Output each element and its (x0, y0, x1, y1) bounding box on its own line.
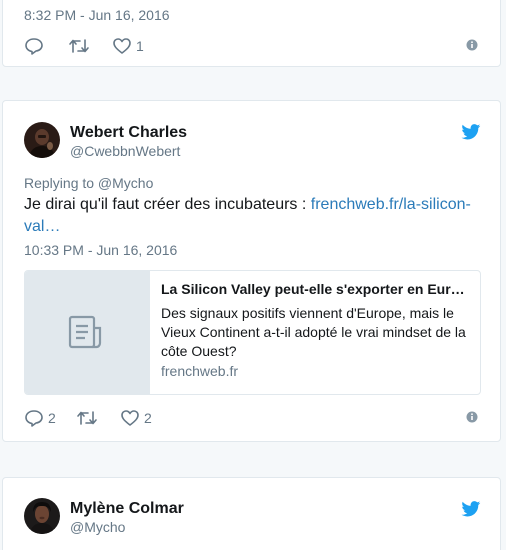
document-icon (68, 315, 102, 349)
like-count: 2 (144, 410, 152, 426)
tweet-actions: 1 (24, 36, 479, 56)
link-preview-card[interactable]: La Silicon Valley peut-elle s'exporter e… (24, 270, 481, 395)
twitter-bird-icon[interactable] (461, 124, 481, 145)
author-name[interactable]: Webert Charles (70, 124, 187, 142)
like-icon (113, 38, 131, 54)
author-handle[interactable]: @Mycho (70, 519, 125, 535)
like-count: 1 (136, 38, 144, 54)
tweet-actions: 2 2 (24, 408, 479, 428)
tweet-body: Je dirai qu'il faut créer des incubateur… (24, 196, 311, 213)
info-icon[interactable] (465, 410, 479, 429)
tweet-card: Mylène Colmar @Mycho (2, 477, 501, 550)
link-thumbnail (25, 271, 150, 394)
link-domain: frenchweb.fr (161, 363, 239, 379)
like-button[interactable]: 1 (112, 36, 144, 56)
like-icon (121, 410, 139, 426)
reply-icon (25, 410, 43, 427)
author-handle[interactable]: @CwebbnWebert (70, 143, 180, 159)
retweet-button[interactable] (68, 36, 94, 56)
reply-icon (25, 38, 43, 55)
replying-to[interactable]: Replying to @Mycho (24, 175, 153, 191)
tweet-timestamp[interactable]: 8:32 PM - Jun 16, 2016 (24, 7, 170, 23)
reply-button[interactable] (24, 36, 48, 56)
reply-count: 2 (48, 410, 56, 426)
tweet-card: Webert Charles @CwebbnWebert Replying to… (2, 100, 501, 442)
tweet-text: Je dirai qu'il faut créer des incubateur… (24, 194, 479, 238)
retweet-icon (77, 411, 97, 425)
tweet-timestamp[interactable]: 10:33 PM - Jun 16, 2016 (24, 242, 177, 258)
tweet-card: 8:32 PM - Jun 16, 2016 1 (2, 0, 501, 67)
like-button[interactable]: 2 (120, 408, 152, 428)
avatar[interactable] (24, 498, 60, 534)
link-title[interactable]: La Silicon Valley peut-elle s'exporter e… (161, 281, 471, 297)
retweet-icon (69, 39, 89, 53)
retweet-button[interactable] (76, 408, 102, 428)
twitter-bird-icon[interactable] (461, 501, 481, 522)
link-description: Des signaux positifs viennent d'Europe, … (161, 305, 466, 359)
author-name[interactable]: Mylène Colmar (70, 500, 184, 518)
reply-button[interactable]: 2 (24, 408, 56, 428)
avatar[interactable] (24, 122, 60, 158)
tweet-feed: 8:32 PM - Jun 16, 2016 1 Webert Charles … (0, 0, 506, 550)
info-icon[interactable] (465, 38, 479, 57)
